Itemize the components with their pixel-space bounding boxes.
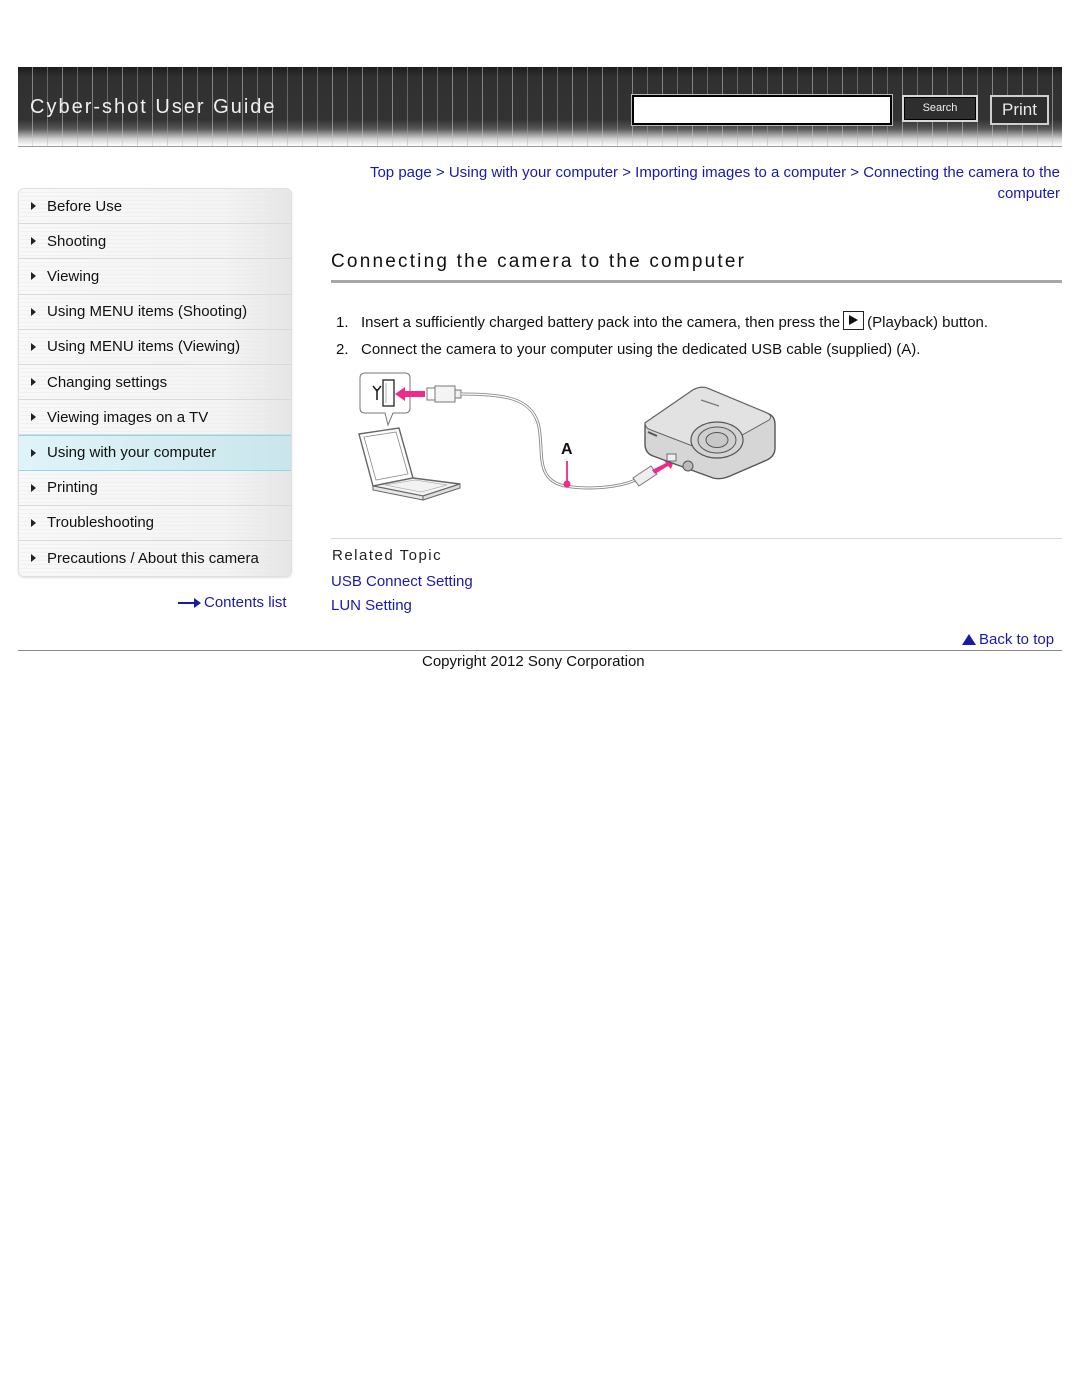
caret-right-icon [31, 272, 36, 281]
related-divider [331, 538, 1062, 539]
sidebar-item-label: Using with your computer [47, 444, 217, 462]
related-topic-heading: Related Topic [332, 547, 443, 564]
related-link-lun-setting[interactable]: LUN Setting [331, 597, 412, 614]
connection-diagram: A [358, 372, 776, 501]
sidebar-item-viewing[interactable]: Viewing [19, 259, 291, 295]
sidebar-item-label: Printing [47, 479, 98, 497]
footer-divider [18, 650, 1062, 651]
contents-list-label: Contents list [204, 594, 287, 611]
copyright-text: Copyright 2012 Sony Corporation [422, 653, 645, 670]
callout-label-a: A [561, 441, 573, 458]
header-divider [18, 146, 1062, 147]
search-button[interactable]: Search [902, 95, 978, 122]
cable-callout-a: A [561, 441, 573, 488]
playback-icon [843, 311, 865, 330]
laptop-illustration [358, 427, 461, 501]
caret-right-icon [31, 202, 36, 211]
search-input[interactable] [631, 94, 893, 126]
page-title: Connecting the camera to the computer [331, 251, 747, 272]
caret-right-icon [31, 554, 36, 563]
sidebar-item-label: Viewing images on a TV [47, 408, 209, 426]
sidebar-nav: Before Use Shooting Viewing Using MENU i… [18, 188, 292, 578]
sidebar-item-precautions[interactable]: Precautions / About this camera [19, 540, 291, 577]
sidebar-item-label: Viewing [47, 267, 100, 285]
caret-right-icon [31, 378, 36, 387]
breadcrumb: Top page > Using with your computer > Im… [340, 162, 1060, 204]
breadcrumb-current-page[interactable]: Connecting the camera to the computer [863, 164, 1060, 202]
back-to-top-link[interactable]: Back to top [962, 631, 1054, 648]
sidebar-item-troubleshooting[interactable]: Troubleshooting [19, 505, 291, 541]
breadcrumb-separator: > [435, 164, 449, 181]
breadcrumb-using-with-computer[interactable]: Using with your computer [449, 164, 618, 181]
step-text-after: (Playback) button. [867, 314, 989, 331]
header-banner: Cyber-shot User Guide Search Print [18, 67, 1062, 147]
title-divider [331, 280, 1062, 283]
breadcrumb-importing-images[interactable]: Importing images to a computer [635, 164, 846, 181]
triangle-up-icon [962, 634, 976, 645]
print-button[interactable]: Print [990, 95, 1049, 125]
sidebar-item-label: Changing settings [47, 373, 168, 391]
caret-right-icon [31, 342, 36, 351]
caret-right-icon [31, 413, 36, 422]
sidebar-item-label: Shooting [47, 232, 107, 250]
step-text: Insert a sufficiently charged battery pa… [361, 314, 841, 331]
sidebar-item-label: Troubleshooting [47, 514, 155, 532]
step-number: 2. [336, 341, 349, 358]
usb-cable [460, 392, 641, 490]
sidebar-item-label: Using MENU items (Shooting) [47, 303, 248, 321]
contents-list-link[interactable]: Contents list [178, 594, 287, 611]
micro-usb-plug [632, 465, 658, 487]
usb-plug-a [426, 385, 462, 403]
sidebar-item-shooting[interactable]: Shooting [19, 224, 291, 260]
step-item: 2. Connect the camera to your computer u… [336, 336, 1066, 363]
breadcrumb-top-page[interactable]: Top page [370, 164, 432, 181]
step-item: 1. Insert a sufficiently charged battery… [336, 309, 1066, 336]
sidebar-item-printing[interactable]: Printing [19, 470, 291, 506]
site-title: Cyber-shot User Guide [30, 96, 277, 118]
breadcrumb-separator: > [622, 164, 636, 181]
steps-list: 1. Insert a sufficiently charged battery… [336, 309, 1066, 363]
sidebar-item-before-use[interactable]: Before Use [19, 189, 291, 225]
step-number: 1. [336, 314, 349, 331]
caret-right-icon [31, 483, 36, 492]
caret-right-icon [31, 518, 36, 527]
usb-port-slot [382, 379, 395, 407]
sidebar-item-viewing-on-tv[interactable]: Viewing images on a TV [19, 400, 291, 436]
related-link-usb-connect-setting[interactable]: USB Connect Setting [331, 573, 473, 590]
caret-right-icon [31, 307, 36, 316]
step-text: Connect the camera to your computer usin… [361, 341, 921, 358]
caret-right-icon [31, 237, 36, 246]
sidebar-item-changing-settings[interactable]: Changing settings [19, 364, 291, 401]
sidebar-item-label: Precautions / About this camera [47, 549, 259, 567]
caret-right-icon [31, 448, 36, 457]
sidebar-item-using-with-computer[interactable]: Using with your computer [19, 435, 291, 471]
back-to-top-label: Back to top [979, 631, 1055, 648]
sidebar-item-menu-shooting[interactable]: Using MENU items (Shooting) [19, 294, 291, 330]
sidebar-item-menu-viewing[interactable]: Using MENU items (Viewing) [19, 329, 291, 365]
sidebar-item-label: Using MENU items (Viewing) [47, 338, 241, 356]
sidebar-item-label: Before Use [47, 197, 123, 215]
breadcrumb-separator: > [850, 164, 864, 181]
arrow-right-icon [178, 597, 202, 608]
